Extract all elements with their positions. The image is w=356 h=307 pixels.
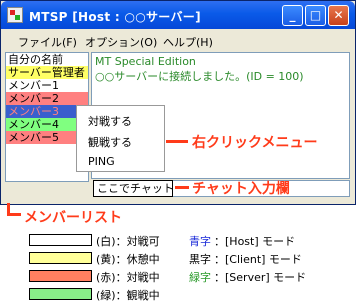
annotation-right-click-menu: 右クリックメニュー (192, 135, 318, 151)
annotation-chat-input: チャット入力欄 (192, 181, 290, 197)
app-icon (7, 7, 23, 23)
menu-options[interactable]: オプション(O) (85, 34, 157, 50)
swatch-red (29, 270, 92, 282)
legend-status: (黄)：休憩中 (96, 253, 160, 266)
chat-line: MT Special Edition (95, 55, 196, 68)
app-window: MTSP [Host : ○○サーバー] _ □ ✕ ファイル(F) オプション… (0, 0, 356, 205)
legend-status: (赤)：対戦中 (96, 271, 160, 284)
chat-line: ○○サーバーに接続しました。(ID = 100) (95, 70, 304, 83)
member-row[interactable]: サーバー管理者 (6, 66, 88, 79)
swatch-yellow (29, 252, 92, 264)
annotation-arrow (166, 140, 188, 143)
context-item-watch[interactable]: 観戦する (88, 134, 132, 150)
member-row[interactable]: メンバー2 (6, 92, 88, 105)
legend-status: (白)：対戦可 (96, 235, 160, 248)
legend-mode-key: 黒字 (189, 253, 211, 266)
minimize-button[interactable]: _ (282, 5, 303, 26)
context-menu: 対戦する 観戦する PING (76, 105, 165, 172)
legend-mode-text: ：[Client] モード (214, 253, 302, 266)
legend-status: (緑)：観戦中 (96, 289, 160, 302)
annotation-arrow (175, 186, 189, 189)
menu-file[interactable]: ファイル(F) (18, 34, 77, 50)
member-row[interactable]: 自分の名前 (6, 53, 88, 66)
annotation-member-list: メンバーリスト (24, 210, 122, 226)
menu-help[interactable]: ヘルプ(H) (163, 34, 213, 50)
maximize-button[interactable]: □ (305, 5, 326, 26)
window-title: MTSP [Host : ○○サーバー] (29, 10, 201, 24)
legend-mode-text: ：[Server] モード (214, 271, 307, 284)
menu-bar: ファイル(F) オプション(O) ヘルプ(H) (1, 29, 355, 51)
swatch-green (29, 288, 92, 300)
close-button[interactable]: ✕ (328, 5, 349, 26)
swatch-white (29, 234, 92, 246)
context-item-battle[interactable]: 対戦する (88, 113, 132, 129)
context-item-ping[interactable]: PING (88, 155, 115, 168)
chat-input[interactable]: ここでチャットする (93, 180, 173, 197)
legend-mode-key: 青字 (189, 235, 211, 248)
legend-mode-key: 緑字 (189, 271, 211, 284)
member-row[interactable]: メンバー1 (6, 79, 88, 92)
legend-mode-text: ：[Host] モード (214, 235, 296, 248)
annotation-bracket (7, 213, 21, 216)
title-bar[interactable]: MTSP [Host : ○○サーバー] _ □ ✕ (1, 1, 355, 29)
